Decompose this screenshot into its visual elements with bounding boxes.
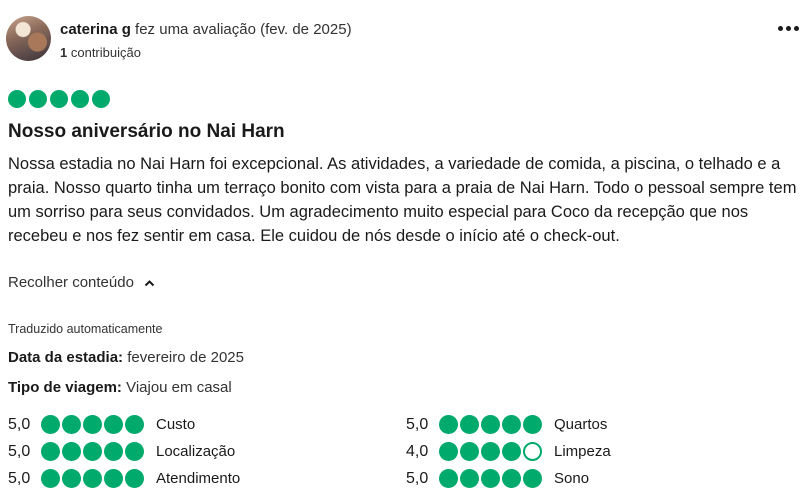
filled-bubble-icon <box>125 469 144 488</box>
dot-icon <box>794 25 799 31</box>
filled-bubble-icon <box>41 469 60 488</box>
subrating-score: 5,0 <box>406 469 429 487</box>
subrating-limpeza: 4,0 Limpeza <box>406 442 611 461</box>
collapse-label: Recolher conteúdo <box>8 274 134 291</box>
filled-bubble-icon <box>62 469 81 488</box>
review-body: Nossa estadia no Nai Harn foi excepciona… <box>8 155 797 245</box>
more-options-icon[interactable] <box>778 20 800 36</box>
trip-type: Tipo de viagem: Viajou em casal <box>8 379 232 396</box>
filled-bubble-icon <box>523 415 542 434</box>
filled-bubble-icon <box>502 442 521 461</box>
filled-bubble-icon <box>62 415 81 434</box>
filled-bubble-icon <box>83 469 102 488</box>
filled-bubble-icon <box>460 415 479 434</box>
auto-translated-note: Traduzido automaticamente <box>8 322 163 336</box>
review-action-text: fez uma avaliação (fev. de 2025) <box>135 21 352 38</box>
filled-bubble-icon <box>104 415 123 434</box>
subrating-score: 5,0 <box>406 415 429 433</box>
filled-bubble-icon <box>29 90 47 108</box>
dot-icon <box>778 25 783 31</box>
subrating-label: Quartos <box>554 416 608 433</box>
review-title: Nosso aniversário no Nai Harn <box>8 121 285 142</box>
subrating-localizacao: 5,0 Localização <box>8 442 235 461</box>
subrating-label: Sono <box>554 470 590 487</box>
contribution-number: 1 <box>60 45 68 60</box>
filled-bubble-icon <box>104 442 123 461</box>
filled-bubble-icon <box>502 415 521 434</box>
filled-bubble-icon <box>92 90 110 108</box>
filled-bubble-icon <box>460 469 479 488</box>
subrating-bubbles <box>41 415 144 434</box>
contribution-label: contribuição <box>70 45 141 60</box>
trip-type-value: Viajou em casal <box>126 379 232 396</box>
filled-bubble-icon <box>439 415 458 434</box>
filled-bubble-icon <box>50 90 68 108</box>
review-header: caterina g fez uma avaliação (fev. de 20… <box>60 21 352 38</box>
trip-type-label: Tipo de viagem: <box>8 379 122 396</box>
filled-bubble-icon <box>502 469 521 488</box>
filled-bubble-icon <box>83 415 102 434</box>
filled-bubble-icon <box>71 90 89 108</box>
filled-bubble-icon <box>125 415 144 434</box>
filled-bubble-icon <box>41 415 60 434</box>
filled-bubble-icon <box>481 469 500 488</box>
subrating-bubbles <box>41 442 144 461</box>
empty-bubble-icon <box>523 442 542 461</box>
subrating-custo: 5,0 Custo <box>8 415 195 434</box>
subrating-quartos: 5,0 Quartos <box>406 415 607 434</box>
filled-bubble-icon <box>523 469 542 488</box>
subrating-label: Limpeza <box>554 443 611 460</box>
filled-bubble-icon <box>8 90 26 108</box>
subrating-score: 5,0 <box>8 415 31 433</box>
filled-bubble-icon <box>62 442 81 461</box>
stay-date-label: Data da estadia: <box>8 349 124 366</box>
filled-bubble-icon <box>439 469 458 488</box>
subrating-score: 5,0 <box>8 442 31 460</box>
overall-rating <box>8 90 110 108</box>
filled-bubble-icon <box>83 442 102 461</box>
subrating-bubbles <box>439 442 542 461</box>
subrating-label: Custo <box>156 416 196 433</box>
collapse-content-button[interactable]: Recolher conteúdo <box>8 274 155 291</box>
subrating-bubbles <box>439 415 542 434</box>
subrating-score: 4,0 <box>406 442 429 460</box>
filled-bubble-icon <box>481 415 500 434</box>
filled-bubble-icon <box>460 442 479 461</box>
subrating-label: Localização <box>156 443 236 460</box>
contribution-count: 1 contribuição <box>60 45 141 60</box>
stay-date-value: fevereiro de 2025 <box>127 349 244 366</box>
subrating-score: 5,0 <box>8 469 31 487</box>
subrating-label: Atendimento <box>156 470 241 487</box>
rating-bubbles <box>8 90 110 108</box>
subrating-bubbles <box>41 469 144 488</box>
filled-bubble-icon <box>439 442 458 461</box>
chevron-up-icon <box>144 280 155 287</box>
filled-bubble-icon <box>41 442 60 461</box>
dot-icon <box>786 25 791 31</box>
subrating-bubbles <box>439 469 542 488</box>
filled-bubble-icon <box>104 469 123 488</box>
avatar[interactable] <box>6 16 51 61</box>
subrating-atendimento: 5,0 Atendimento <box>8 469 240 488</box>
filled-bubble-icon <box>481 442 500 461</box>
author-name[interactable]: caterina g <box>60 21 131 38</box>
filled-bubble-icon <box>125 442 144 461</box>
subrating-sono: 5,0 Sono <box>406 469 589 488</box>
stay-date: Data da estadia: fevereiro de 2025 <box>8 349 244 366</box>
